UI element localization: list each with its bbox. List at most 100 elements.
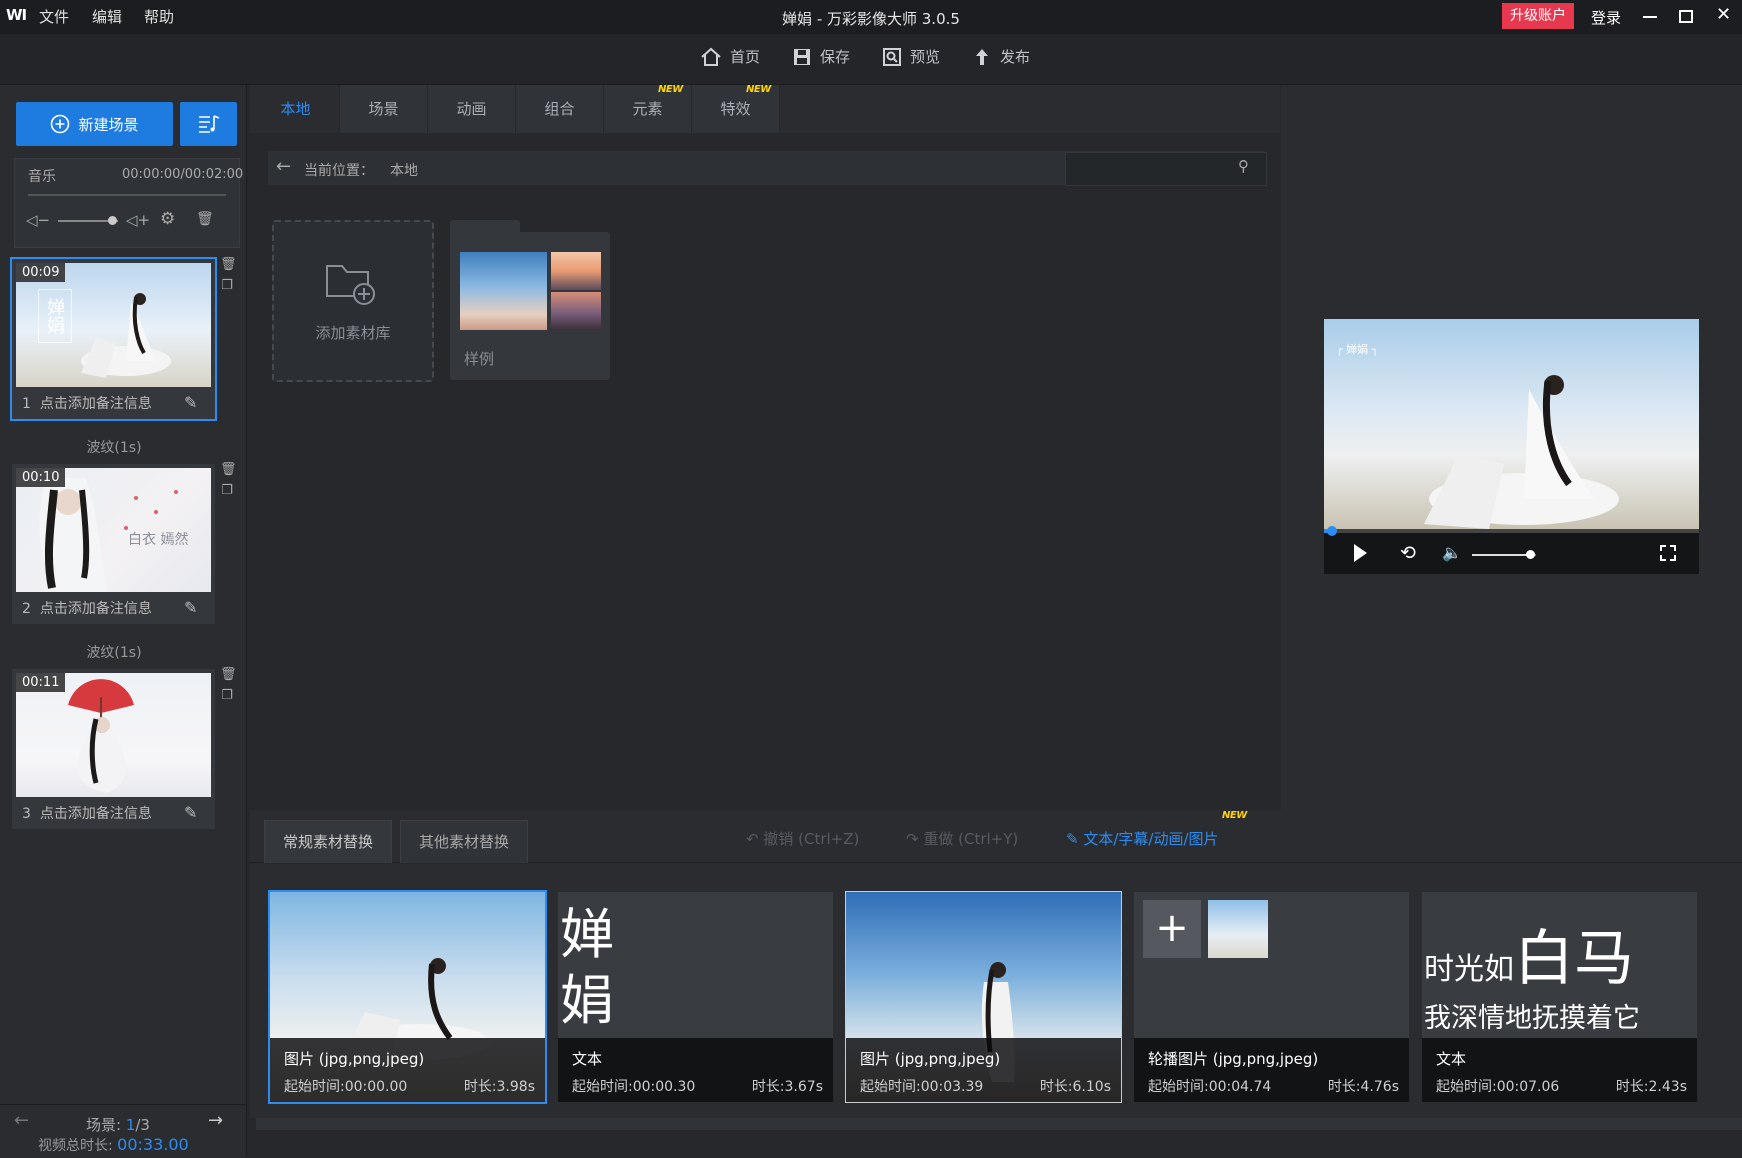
clip-card-2[interactable]: 婵娟 文本 起始时间:00:00.30 时长:3.67s [558, 892, 833, 1102]
speaker-icon[interactable]: 🔈 [1442, 543, 1462, 562]
scene-counter-current: 1 [125, 1116, 136, 1134]
redo-button[interactable]: ↷ 重做 (Ctrl+Y) [906, 828, 1018, 849]
save-button[interactable]: 保存 [792, 46, 850, 67]
scene-list-button[interactable] [180, 102, 237, 146]
scene-note-text: 点击添加备注信息 [39, 396, 152, 412]
clip-type: 文本 [1436, 1050, 1467, 1068]
list-music-icon [198, 115, 219, 133]
clip-card-5[interactable]: 时光如白马 我深情地抚摸着它 文本 起始时间:00:07.06 时长:2.43s [1422, 892, 1697, 1102]
preview-volume-handle[interactable] [1525, 550, 1535, 559]
total-duration-value: 00:33.00 [117, 1135, 189, 1154]
scene-note[interactable]: 2 点击添加备注信息 [22, 598, 152, 618]
next-scene-arrow[interactable]: → [208, 1110, 223, 1131]
back-arrow-icon[interactable]: ← [276, 156, 291, 177]
search-icon[interactable]: ⚲ [1238, 157, 1249, 175]
tab-other-replace[interactable]: 其他素材替换 [400, 820, 528, 863]
replay-icon[interactable]: ⟲ [1400, 542, 1416, 564]
breadcrumb-value[interactable]: 本地 [390, 160, 418, 180]
clip-text-preview: 婵娟 [560, 903, 614, 1032]
delete-scene-icon[interactable]: 🗑 [220, 463, 237, 477]
upgrade-account-button[interactable]: 升级账户 [1502, 3, 1574, 29]
clip-duration: 时长:3.98s [463, 1079, 535, 1095]
plus-circle-icon [51, 114, 70, 134]
new-badge: NEW [746, 84, 771, 95]
login-button[interactable]: 登录 [1591, 7, 1621, 28]
scene-card-1[interactable]: 婵娟 00:09 1 点击添加备注信息 ✎ [10, 257, 217, 421]
clip-strip-scrollbar[interactable] [256, 1118, 1742, 1130]
tab-combination[interactable]: 组合 [516, 85, 604, 133]
scene-counter: 场景: 1/3 [86, 1114, 150, 1135]
scene-duration-badge: 00:09 [16, 263, 66, 282]
publish-button[interactable]: 发布 [972, 46, 1030, 67]
music-volume-handle[interactable] [108, 216, 117, 225]
volume-down-icon[interactable]: ◁− [26, 211, 50, 229]
total-duration: 视频总时长: 00:33.00 [38, 1135, 189, 1155]
tab-regular-replace[interactable]: 常规素材替换 [264, 820, 392, 863]
top-toolbar [0, 34, 1742, 85]
preview-icon [883, 47, 901, 66]
undo-button[interactable]: ↶ 撤销 (Ctrl+Z) [746, 828, 859, 849]
add-library-label: 添加素材库 [315, 324, 391, 342]
scene-duration-badge: 00:10 [16, 468, 66, 487]
copy-scene-icon[interactable]: ❐ [220, 484, 234, 498]
tab-local[interactable]: 本地 [252, 85, 340, 133]
clip-text-line2: 我深情地抚摸着它 [1424, 1003, 1640, 1034]
edit-note-icon[interactable]: ✎ [184, 803, 197, 822]
clip-card-4[interactable]: + 轮播图片 (jpg,png,jpeg) 起始时间:00:04.74 时长:4… [1134, 892, 1409, 1102]
home-icon [701, 47, 721, 66]
redo-label: 重做 (Ctrl+Y) [923, 830, 1019, 848]
preview-rider-figure [1424, 375, 1619, 529]
music-time: 00:00:00/00:02:00 [122, 167, 244, 182]
preview-progress-handle[interactable] [1326, 526, 1337, 536]
home-label: 首页 [730, 48, 761, 66]
scene-index: 1 [22, 396, 31, 412]
maximize-icon[interactable] [1679, 10, 1693, 23]
play-icon[interactable] [1354, 544, 1367, 562]
save-label: 保存 [820, 48, 851, 66]
music-progress-track[interactable] [28, 194, 226, 196]
clip-card-1[interactable]: 图片 (jpg,png,jpeg) 起始时间:00:00.00 时长:3.98s [268, 890, 547, 1104]
total-duration-label: 视频总时长: [38, 1138, 118, 1154]
clip-start-time: 起始时间:00:04.74 [1148, 1079, 1272, 1095]
transition-label[interactable]: 波纹(1s) [0, 437, 228, 457]
volume-up-icon[interactable]: ◁+ [126, 211, 150, 229]
clip-text-small: 时光如 [1424, 952, 1514, 987]
settings-icon[interactable]: ⚙ [160, 209, 175, 229]
clip-duration: 时长:3.67s [751, 1079, 823, 1095]
delete-scene-icon[interactable]: 🗑 [220, 668, 237, 682]
clip-info: 文本 起始时间:00:07.06 时长:2.43s [1422, 1038, 1697, 1102]
scene-card-3[interactable]: 00:11 3 点击添加备注信息 ✎ [12, 669, 215, 829]
delete-scene-icon[interactable]: 🗑 [220, 258, 237, 272]
delete-music-icon[interactable]: 🗑 [196, 211, 214, 227]
prev-scene-arrow[interactable]: ← [14, 1110, 29, 1131]
edit-note-icon[interactable]: ✎ [184, 598, 197, 617]
fullscreen-icon[interactable] [1660, 545, 1676, 561]
new-scene-button[interactable]: 新建场景 [16, 102, 173, 146]
upload-icon [976, 48, 988, 65]
edit-note-icon[interactable]: ✎ [184, 393, 197, 412]
library-search-input[interactable] [1065, 152, 1267, 186]
scene-note[interactable]: 3 点击添加备注信息 [22, 803, 152, 823]
copy-scene-icon[interactable]: ❐ [220, 279, 234, 293]
tab-animation[interactable]: 动画 [428, 85, 516, 133]
undo-label: 撤销 (Ctrl+Z) [763, 830, 860, 848]
scene-note[interactable]: 1 点击添加备注信息 [22, 393, 152, 413]
minimize-icon[interactable] [1643, 16, 1657, 18]
preview-button[interactable]: 预览 [882, 46, 940, 67]
caption-bracket-right: ┐ [1371, 343, 1379, 356]
home-button[interactable]: 首页 [700, 46, 760, 67]
tab-scene[interactable]: 场景 [340, 85, 428, 133]
transition-label[interactable]: 波纹(1s) [0, 642, 228, 662]
add-carousel-image-button[interactable]: + [1143, 900, 1201, 958]
text-tool-button[interactable]: ✎ 文本/字幕/动画/图片 [1066, 828, 1219, 849]
clip-type: 文本 [572, 1050, 603, 1068]
scene-card-2[interactable]: 白衣 嫣然 00:10 2 点击添加备注信息 ✎ [12, 464, 215, 624]
clip-card-3[interactable]: 图片 (jpg,png,jpeg) 起始时间:00:03.39 时长:6.10s [845, 891, 1122, 1103]
preview-progress-track[interactable] [1324, 529, 1699, 533]
copy-scene-icon[interactable]: ❐ [220, 689, 234, 703]
preview-frame: ┌ 婵娟 ┐ [1324, 319, 1699, 529]
sample-image-sky [460, 252, 547, 330]
sample-image-mountain [551, 292, 601, 330]
clip-info: 图片 (jpg,png,jpeg) 起始时间:00:03.39 时长:6.10s [846, 1038, 1121, 1102]
close-icon[interactable]: ✕ [1716, 4, 1731, 25]
